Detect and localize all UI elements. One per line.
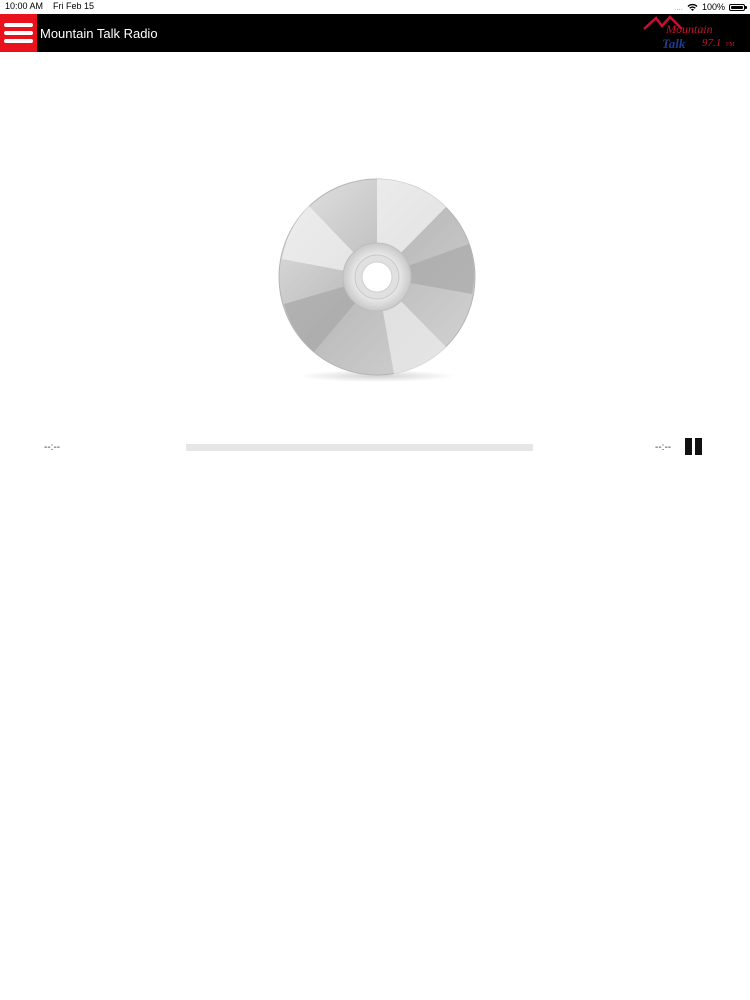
logo-line2: Talk — [662, 36, 686, 51]
nav-bar: Mountain Talk Radio Mountain Talk 97.1 F… — [0, 14, 750, 52]
battery-percent: 100% — [701, 2, 725, 12]
hamburger-menu-icon-bar — [4, 31, 33, 35]
logo-frequency: 97.1 — [702, 37, 721, 49]
status-indicators: .... 100% — [674, 1, 747, 13]
time-elapsed: --:-- — [44, 442, 61, 453]
status-date: Fri Feb 15 — [53, 1, 95, 11]
logo-band: FM — [726, 42, 735, 48]
station-logo: Mountain Talk 97.1 FM — [643, 15, 735, 51]
hamburger-menu-icon — [4, 23, 33, 27]
status-bar: 10:00 AM Fri Feb 15 .... 100% — [0, 0, 750, 14]
pause-button[interactable] — [684, 438, 703, 456]
time-remaining: --:-- — [655, 442, 672, 453]
page-title: Mountain Talk Radio — [40, 26, 158, 41]
progress-slider[interactable] — [186, 444, 533, 451]
signal-indicator: .... — [674, 2, 683, 12]
status-time: 10:00 AM — [5, 1, 44, 11]
menu-button[interactable] — [0, 14, 37, 52]
logo-line1: Mountain — [665, 22, 713, 36]
hamburger-menu-icon-bar — [4, 39, 33, 43]
pause-icon-bar — [695, 438, 702, 455]
cd-disc-icon — [278, 178, 476, 382]
wifi-icon — [687, 3, 698, 11]
pause-icon — [685, 438, 692, 455]
battery-icon — [729, 3, 747, 11]
